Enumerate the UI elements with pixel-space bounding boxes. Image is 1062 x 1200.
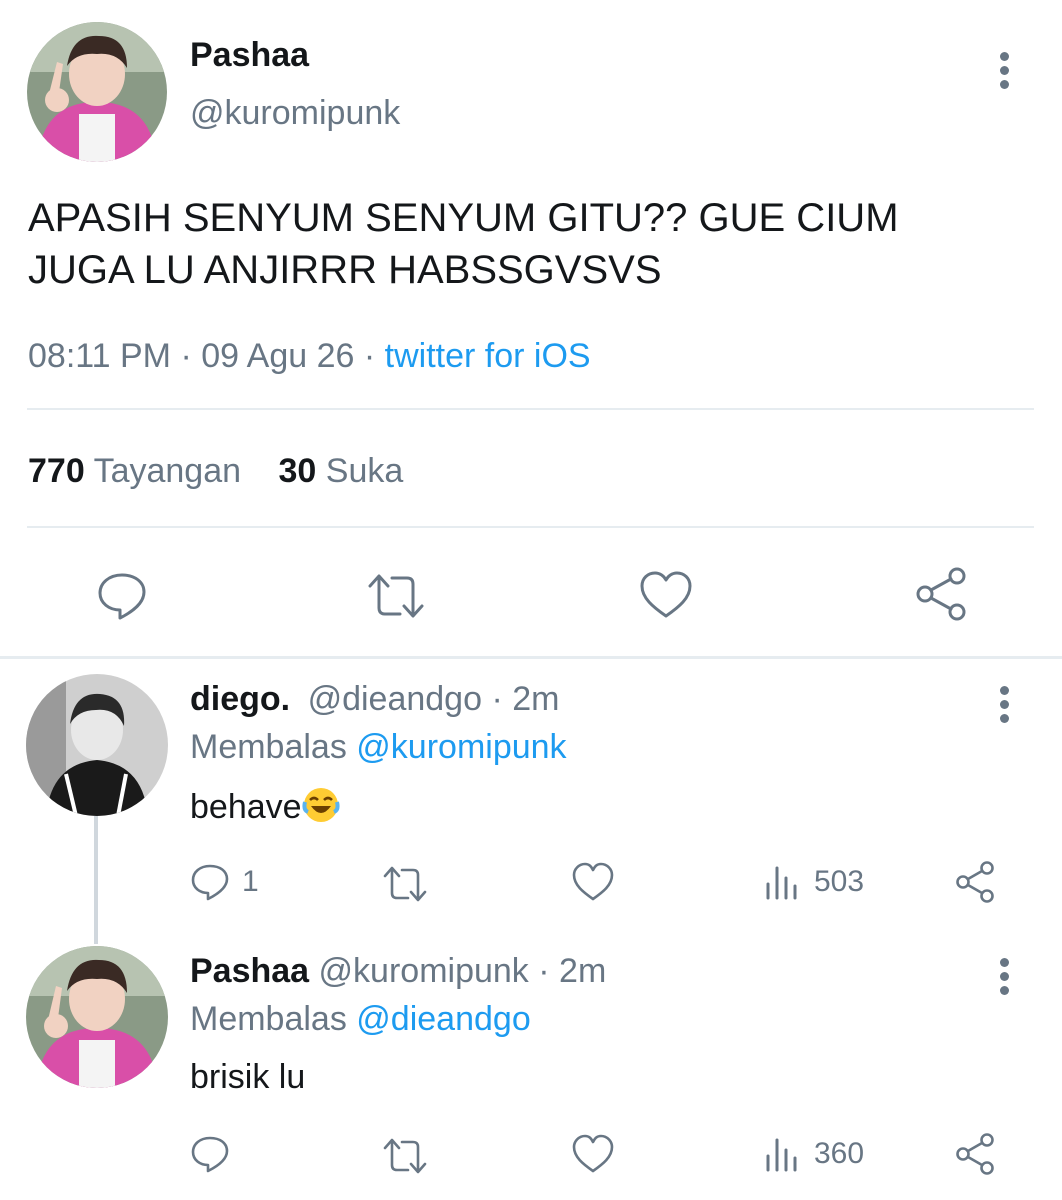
thread-line [94, 816, 98, 944]
retweet-button[interactable] [382, 864, 428, 904]
replying-to: Membalas @dieandgo [190, 1000, 531, 1039]
more-options-icon[interactable] [994, 958, 1014, 1000]
views-label: Tayangan [93, 452, 242, 490]
reply-handle[interactable]: @dieandgo [308, 680, 482, 718]
share-button[interactable] [913, 566, 969, 622]
like-button[interactable] [572, 862, 614, 902]
avatar-image [26, 946, 168, 1088]
views-button[interactable]: 360 [764, 1134, 874, 1174]
reply-count: 1 [242, 865, 259, 898]
likes-stat[interactable]: 30 Suka [279, 452, 404, 490]
avatar-image [26, 674, 168, 816]
reply-timestamp: · 2m [538, 952, 607, 990]
main-display-name[interactable]: Pashaa [190, 36, 309, 75]
avatar-pashaa[interactable] [26, 946, 168, 1088]
main-handle[interactable]: @kuromipunk [190, 94, 400, 133]
meta-separator: · [363, 337, 376, 375]
avatar-image [27, 22, 167, 162]
tweet-text-line-1: APASIH SENYUM SENYUM GITU?? GUE CIUM [28, 196, 899, 240]
section-divider [0, 656, 1062, 659]
reply-display-name[interactable]: Pashaa [190, 952, 309, 990]
heart-icon [572, 1134, 614, 1173]
reply-header: diego. @dieandgo · 2m [190, 680, 559, 719]
retweet-icon [383, 866, 427, 902]
avatar-pashaa[interactable] [27, 22, 167, 162]
meta-separator: · [180, 337, 192, 375]
reply-button[interactable] [190, 1134, 270, 1174]
reply-icon [191, 1136, 229, 1173]
replying-prefix: Membalas [190, 728, 347, 766]
retweet-icon [383, 1138, 427, 1174]
heart-icon [572, 862, 614, 901]
heart-icon [640, 571, 692, 618]
divider [27, 526, 1034, 528]
laughing-emoji-icon [301, 786, 340, 833]
share-button[interactable] [954, 860, 996, 904]
analytics-icon [766, 1138, 797, 1172]
views-stat[interactable]: 770 Tayangan [28, 452, 251, 490]
replying-prefix: Membalas [190, 1000, 347, 1038]
share-icon [956, 1133, 994, 1175]
share-icon [956, 861, 994, 903]
replying-to-link[interactable]: @kuromipunk [356, 728, 566, 766]
reply-button[interactable] [96, 570, 148, 622]
reply-text-body: behave [190, 788, 302, 826]
share-icon [916, 567, 966, 621]
tweet-time: 08:11 PM [28, 337, 172, 375]
reply-header: Pashaa @kuromipunk · 2m [190, 952, 606, 991]
avatar-diego[interactable] [26, 674, 168, 816]
analytics-icon [766, 866, 797, 900]
divider [27, 408, 1034, 410]
tweet-meta: 08:11 PM · 09 Agu 26 · twitter for iOS [28, 337, 591, 376]
retweet-button[interactable] [382, 1136, 428, 1176]
views-count: 503 [814, 865, 865, 898]
views-count: 360 [814, 1137, 865, 1170]
views-count: 770 [28, 452, 85, 490]
reply-text: brisik lu [190, 1058, 306, 1096]
reply-display-name[interactable]: diego. [190, 680, 290, 718]
tweet-date: 09 Agu 26 [201, 337, 355, 375]
reply-handle[interactable]: @kuromipunk [319, 952, 529, 990]
reply-icon [191, 864, 229, 901]
more-options-icon[interactable] [994, 52, 1014, 94]
reply-icon [98, 573, 146, 620]
tweet-source-link[interactable]: twitter for iOS [385, 337, 591, 375]
likes-label: Suka [325, 452, 404, 490]
replying-to-link[interactable]: @dieandgo [356, 1000, 530, 1038]
more-options-icon[interactable] [994, 686, 1014, 728]
replying-to: Membalas @kuromipunk [190, 728, 567, 767]
retweet-button[interactable] [366, 570, 426, 622]
like-button[interactable] [639, 570, 693, 620]
reply-timestamp: · 2m [491, 680, 560, 718]
reply-button[interactable]: 1 [190, 862, 270, 902]
share-button[interactable] [954, 1132, 996, 1176]
tweet-stats: 770 Tayangan 30 Suka [28, 452, 403, 491]
tweet-text: APASIH SENYUM SENYUM GITU?? GUE CIUM JUG… [28, 192, 899, 296]
like-button[interactable] [572, 1134, 614, 1174]
likes-count: 30 [278, 452, 317, 490]
views-button[interactable]: 503 [764, 862, 874, 902]
reply-text: behave [190, 786, 340, 833]
retweet-icon [368, 574, 424, 618]
tweet-text-line-2: JUGA LU ANJIRRR HABSSGVSVS [28, 248, 662, 292]
